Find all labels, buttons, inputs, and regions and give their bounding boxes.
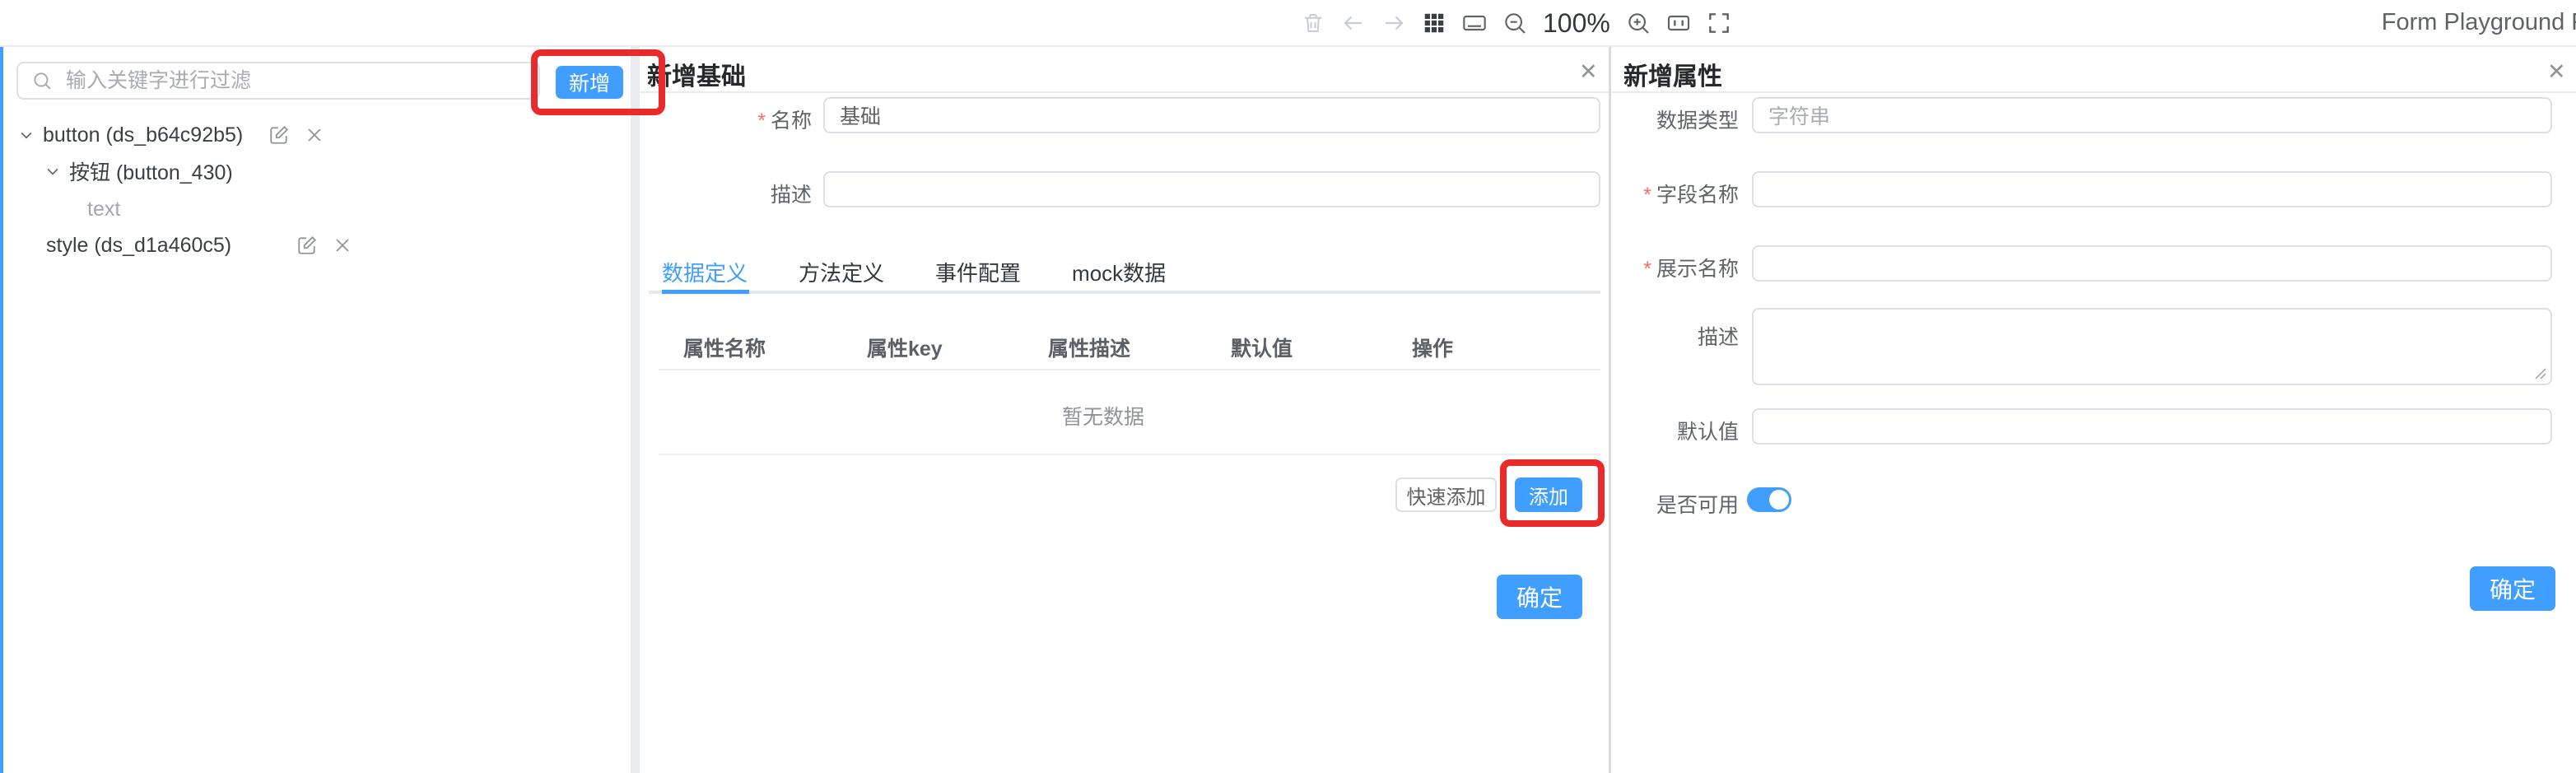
panel-divider <box>1609 47 1611 773</box>
required-mark: * <box>1643 184 1651 207</box>
enabled-toggle[interactable] <box>1747 487 1791 512</box>
desc-label: 描述 <box>708 179 812 208</box>
basic-confirm-button[interactable]: 确定 <box>1497 575 1582 619</box>
trash-icon[interactable] <box>1299 9 1327 37</box>
tab-mock-data[interactable]: mock数据 <box>1072 257 1166 287</box>
col-header: 属性key <box>867 333 943 362</box>
tree-item-button[interactable]: button (ds_b64c92b5) <box>18 117 631 153</box>
delete-icon[interactable] <box>305 125 324 145</box>
add-property-button[interactable]: 添加 <box>1515 477 1582 512</box>
toggle-knob <box>1769 490 1789 510</box>
grid-icon[interactable] <box>1420 9 1448 37</box>
resize-handle-icon[interactable] <box>2529 362 2547 380</box>
chevron-down-icon[interactable] <box>18 127 35 143</box>
edit-icon[interactable] <box>296 235 318 256</box>
search-input[interactable] <box>64 68 496 94</box>
table-header-border <box>659 369 1600 370</box>
field-name-input[interactable] <box>1752 171 2552 207</box>
tree-item-label: style (ds_d1a460c5) <box>46 234 231 258</box>
col-header: 属性名称 <box>683 333 766 362</box>
canvas-toolbar: 100% <box>1299 7 1733 40</box>
table-bottom-border <box>659 454 1600 455</box>
col-header: 操作 <box>1412 333 1453 362</box>
sidebar-accent-line <box>0 47 3 773</box>
edit-icon[interactable] <box>268 124 290 146</box>
zoom-in-icon[interactable] <box>1624 9 1652 37</box>
chevron-down-icon[interactable] <box>44 163 61 179</box>
display-name-label: *展示名称 <box>1614 253 1739 282</box>
tree-item-label: 按钮 (button_430) <box>69 156 233 186</box>
zoom-level: 100% <box>1543 8 1610 39</box>
col-header: 默认值 <box>1231 333 1293 362</box>
attr-desc-label: 描述 <box>1614 321 1739 351</box>
name-label: *名称 <box>708 105 812 134</box>
app-title: Form Playground F <box>2382 9 2576 36</box>
datatype-label: 数据类型 <box>1614 105 1739 134</box>
zoom-out-icon[interactable] <box>1501 9 1529 37</box>
topbar-divider <box>0 45 2576 47</box>
required-mark: * <box>757 109 766 133</box>
keyboard-icon[interactable] <box>1460 9 1488 37</box>
undo-arrow-icon[interactable] <box>1339 9 1367 37</box>
quick-add-button[interactable]: 快速添加 <box>1395 477 1497 512</box>
tabs-track <box>649 291 1600 294</box>
basic-panel-title: 新增基础 <box>647 56 746 92</box>
attr-desc-textarea[interactable] <box>1752 308 2552 385</box>
tree-item-label: text <box>87 198 120 221</box>
fullscreen-icon[interactable] <box>1705 9 1733 37</box>
datatype-input[interactable] <box>1752 97 2552 133</box>
basic-panel-tabs: 数据定义 方法定义 事件配置 mock数据 <box>662 257 1166 287</box>
attr-panel-title: 新增属性 <box>1623 56 1722 92</box>
close-icon[interactable]: ✕ <box>1579 61 1598 83</box>
one-to-one-icon[interactable] <box>1665 9 1693 37</box>
tabs-active-indicator <box>662 290 749 294</box>
desc-input[interactable] <box>823 171 1600 207</box>
add-component-button[interactable]: 新增 <box>556 66 623 99</box>
default-value-input[interactable] <box>1752 408 2552 445</box>
tree-item-style[interactable]: style (ds_d1a460c5) <box>46 227 631 263</box>
field-name-label: *字段名称 <box>1614 179 1739 208</box>
tree-item-anniu[interactable]: 按钮 (button_430) <box>44 153 621 189</box>
empty-data-text: 暂无数据 <box>1062 401 1144 431</box>
default-value-label: 默认值 <box>1614 416 1739 445</box>
attr-panel-header-border <box>1611 91 2576 93</box>
tab-data-definition[interactable]: 数据定义 <box>662 257 748 287</box>
close-icon[interactable]: ✕ <box>2547 61 2566 83</box>
enabled-label: 是否可用 <box>1614 489 1739 519</box>
required-mark: * <box>1643 258 1651 281</box>
tab-method-definition[interactable]: 方法定义 <box>799 257 884 287</box>
sidebar-resize-divider[interactable] <box>631 47 640 773</box>
name-input[interactable] <box>823 97 1600 133</box>
search-icon <box>31 70 53 91</box>
tree-item-text[interactable]: text <box>87 191 614 227</box>
search-input-wrap <box>16 62 540 100</box>
attr-confirm-button[interactable]: 确定 <box>2470 566 2555 611</box>
display-name-input[interactable] <box>1752 245 2552 282</box>
redo-arrow-icon[interactable] <box>1380 9 1408 37</box>
tab-event-config[interactable]: 事件配置 <box>935 257 1021 287</box>
tree-item-label: button (ds_b64c92b5) <box>43 123 243 147</box>
basic-panel-header-border <box>640 91 1609 93</box>
col-header: 属性描述 <box>1048 333 1130 362</box>
delete-icon[interactable] <box>333 235 352 255</box>
